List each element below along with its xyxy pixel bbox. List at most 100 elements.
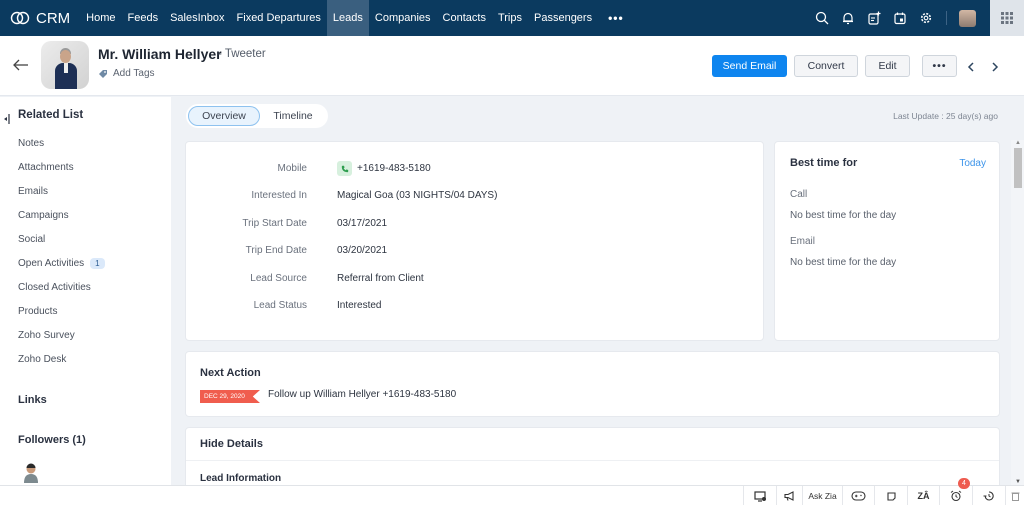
gamepad-icon[interactable] [842, 486, 874, 505]
open-activities-count-badge: 1 [90, 258, 105, 269]
hide-details-toggle[interactable]: Hide Details [200, 438, 263, 450]
related-list-sidebar: Related List Notes Attachments Emails Ca… [0, 97, 171, 485]
tab-timeline[interactable]: Timeline [260, 106, 326, 126]
best-time-call-value: No best time for the day [790, 210, 897, 221]
ask-zia-button[interactable]: Ask Zia [802, 486, 842, 505]
back-arrow-icon[interactable] [13, 58, 29, 76]
field-value-lead-status: Interested [337, 300, 382, 311]
notes-icon[interactable] [874, 486, 907, 505]
divider [186, 460, 999, 461]
item-label: Zoho Desk [18, 354, 67, 365]
bottom-toolbar: Ask Zia ZÂ [0, 485, 1024, 505]
phone-icon[interactable] [337, 161, 352, 176]
item-label: Campaigns [18, 210, 69, 221]
user-avatar[interactable] [959, 9, 976, 27]
bell-icon[interactable] [836, 6, 860, 30]
field-label-mobile: Mobile [277, 163, 307, 174]
related-list-title: Related List [18, 109, 84, 121]
nav-leads[interactable]: Leads [326, 0, 369, 36]
links-heading[interactable]: Links [18, 394, 47, 406]
next-action-text[interactable]: Follow up William Hellyer +1619-483-5180 [268, 389, 456, 400]
related-zoho-survey[interactable]: Zoho Survey [18, 330, 75, 341]
field-label-trip-start-date: Trip Start Date [242, 218, 307, 229]
megaphone-icon[interactable] [776, 486, 802, 505]
key-fields-card: Mobile +1619-483-5180 Interested In Magi… [185, 141, 764, 341]
related-closed-activities[interactable]: Closed Activities [18, 282, 91, 293]
zia-icon[interactable]: ZÂ [907, 486, 939, 505]
field-value-trip-start-date: 03/17/2021 [337, 218, 388, 229]
item-label: Open Activities [18, 258, 85, 269]
record-subtitle: - Tweeter [218, 48, 266, 60]
logo-text: CRM [36, 9, 71, 27]
item-label: Closed Activities [18, 282, 91, 293]
screen-share-icon[interactable] [743, 486, 776, 505]
mobile-number: +1619-483-5180 [357, 163, 431, 174]
calendar-icon[interactable] [888, 6, 912, 30]
gear-icon[interactable] [914, 6, 938, 30]
best-time-card: Best time for Today Call No best time fo… [774, 141, 1000, 341]
nav-salesinbox[interactable]: SalesInbox [164, 0, 230, 36]
followers-heading[interactable]: Followers (1) [18, 434, 86, 446]
nav-right-tools [808, 0, 990, 36]
add-tags-link[interactable]: Add Tags [98, 68, 155, 79]
last-update-text: Last Update : 25 day(s) ago [893, 111, 998, 121]
follower-avatar[interactable] [22, 463, 40, 483]
more-actions-button[interactable]: ••• [922, 55, 957, 77]
zoho-crm-logo-icon [10, 11, 30, 25]
related-products[interactable]: Products [18, 306, 57, 317]
recent-history-icon[interactable] [972, 486, 1005, 505]
item-label: Products [18, 306, 58, 317]
page-scrollbar[interactable]: ▲ ▼ [1011, 140, 1024, 485]
scroll-up-arrow-icon[interactable]: ▲ [1015, 140, 1021, 146]
nav-fixed-departures[interactable]: Fixed Departures [231, 0, 327, 36]
previous-record-icon[interactable] [967, 60, 975, 78]
related-social[interactable]: Social [18, 234, 45, 245]
item-label: Social [18, 234, 46, 245]
field-label-lead-source: Lead Source [250, 273, 307, 284]
best-time-email-value: No best time for the day [790, 257, 897, 268]
lead-photo[interactable] [41, 41, 89, 89]
nav-trips[interactable]: Trips [492, 0, 528, 36]
related-zoho-desk[interactable]: Zoho Desk [18, 354, 66, 365]
field-value-trip-end-date: 03/20/2021 [337, 245, 388, 256]
nav-companies[interactable]: Companies [369, 0, 437, 36]
related-attachments[interactable]: Attachments [18, 162, 74, 173]
field-value-lead-source: Referral from Client [337, 273, 424, 284]
scrollbar-thumb[interactable] [1014, 148, 1022, 188]
trash-icon[interactable] [1005, 486, 1024, 505]
related-campaigns[interactable]: Campaigns [18, 210, 69, 221]
collapse-sidebar-icon[interactable] [4, 111, 10, 129]
related-open-activities[interactable]: Open Activities 1 [18, 258, 105, 269]
convert-button[interactable]: Convert [794, 55, 858, 77]
next-record-icon[interactable] [991, 60, 999, 78]
field-value-interested-in: Magical Goa (03 NIGHTS/04 DAYS) [337, 190, 498, 201]
tab-overview[interactable]: Overview [188, 106, 260, 126]
add-tags-label: Add Tags [113, 68, 155, 79]
nav-home[interactable]: Home [80, 0, 121, 36]
alarm-clock-icon[interactable] [939, 486, 972, 505]
tag-icon [99, 69, 107, 78]
best-time-period-dropdown[interactable]: Today [959, 158, 986, 169]
nav-passengers[interactable]: Passengers [528, 0, 598, 36]
nav-feeds[interactable]: Feeds [122, 0, 165, 36]
search-icon[interactable] [810, 6, 834, 30]
top-navigation: CRM Home Feeds SalesInbox Fixed Departur… [0, 0, 990, 36]
send-email-button[interactable]: Send Email [712, 55, 787, 77]
nav-contacts[interactable]: Contacts [437, 0, 492, 36]
edit-button[interactable]: Edit [865, 55, 910, 77]
related-emails[interactable]: Emails [18, 186, 48, 197]
next-action-date-tag: DEC 29, 2020 [200, 390, 260, 403]
next-action-title: Next Action [200, 367, 261, 379]
field-label-trip-end-date: Trip End Date [245, 245, 307, 256]
nav-more-button[interactable]: ••• [598, 11, 634, 25]
item-label: Zoho Survey [18, 330, 75, 341]
field-label-lead-status: Lead Status [253, 300, 307, 311]
nav-divider [946, 11, 947, 25]
add-note-icon[interactable] [862, 6, 886, 30]
crm-logo[interactable]: CRM [0, 0, 80, 36]
related-notes[interactable]: Notes [18, 138, 44, 149]
apps-grid-icon[interactable] [990, 0, 1024, 36]
record-name: Mr. William Hellyer [98, 46, 222, 62]
item-label: Notes [18, 138, 45, 149]
field-value-mobile[interactable]: +1619-483-5180 [337, 161, 431, 176]
